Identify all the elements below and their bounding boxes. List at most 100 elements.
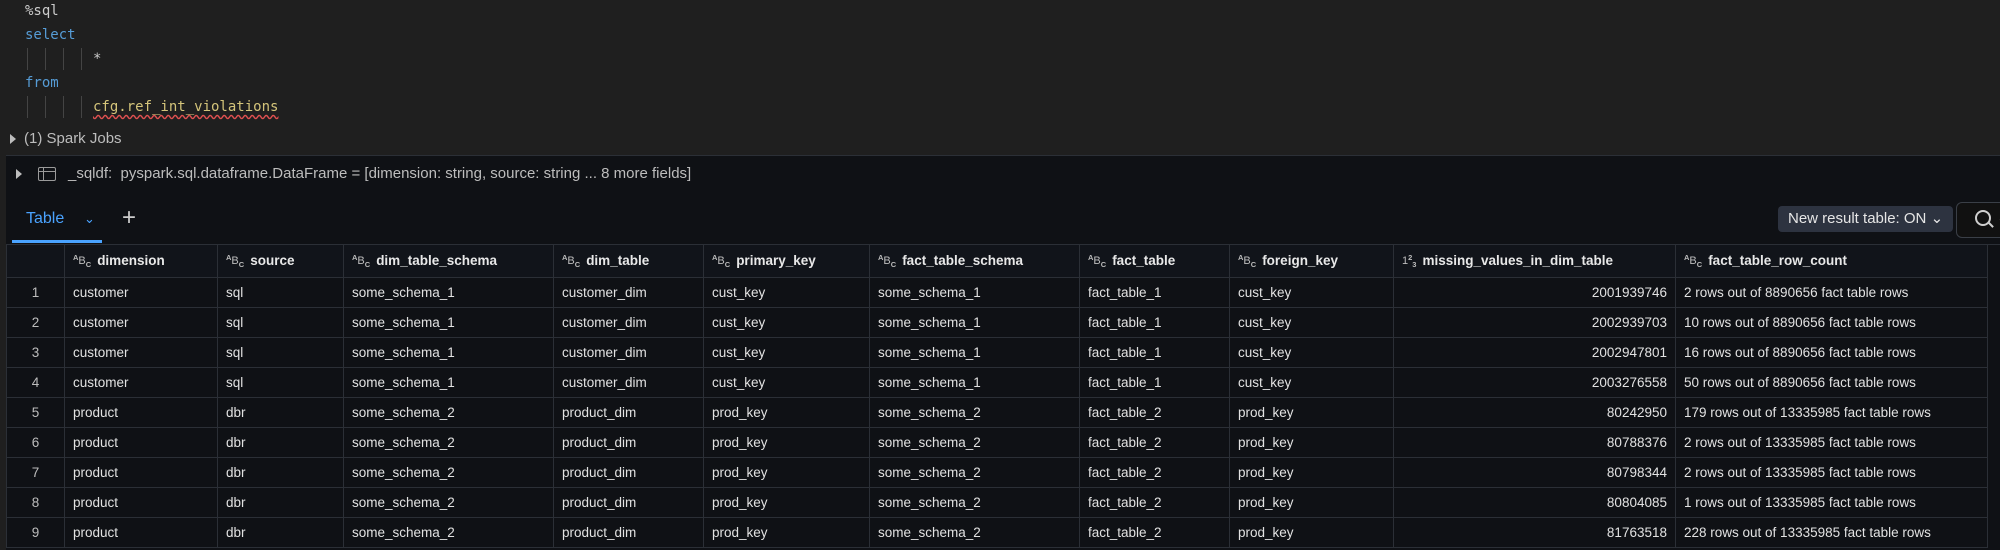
column-header-fact-table-row-count[interactable]: ABC fact_table_row_count (1675, 244, 1988, 278)
string-type-icon: ABC (226, 253, 245, 270)
code-line-table-ref: cfg.ref_int_violations (93, 96, 278, 118)
column-header-dimension[interactable]: ABC dimension (64, 244, 218, 278)
table-cell: 2 rows out of 13335985 fact table rows (1675, 427, 1988, 458)
table-cell: cust_key (703, 307, 870, 338)
table-cell: 179 rows out of 13335985 fact table rows (1675, 397, 1988, 428)
code-line-select: select (25, 27, 76, 43)
column-header-fact-table[interactable]: ABC fact_table (1079, 244, 1230, 278)
indent-guide (81, 96, 82, 118)
table-cell: fact_table_2 (1079, 457, 1230, 488)
table-cell: 2 rows out of 8890656 fact table rows (1675, 277, 1988, 308)
table-cell: sql (217, 367, 344, 398)
table-row[interactable]: 1 customer sql some_schema_1 customer_dim cus… (6, 277, 1988, 308)
result-table: ABC dimension ABC source ABC dim_table_schema… (6, 244, 1988, 548)
table-cell: 1 rows out of 13335985 fact table rows (1675, 487, 1988, 518)
row-number-header (6, 244, 65, 278)
table-cell: some_schema_2 (869, 457, 1080, 488)
add-tab-button[interactable]: + (122, 194, 136, 244)
table-cell: some_schema_1 (343, 307, 554, 338)
table-cell: dbr (217, 427, 344, 458)
table-cell: some_schema_1 (869, 307, 1080, 338)
table-row[interactable]: 5 product dbr some_schema_2 product_dim prod_… (6, 397, 1988, 428)
chevron-right-icon (16, 169, 22, 180)
chevron-down-icon[interactable]: ⌄ (84, 194, 95, 244)
table-row[interactable]: 8 product dbr some_schema_2 product_dim prod_… (6, 487, 1988, 518)
indent-guide (27, 96, 28, 118)
tab-table[interactable]: Table (26, 194, 64, 244)
table-cell: product (64, 427, 218, 458)
column-header-label: source (250, 252, 295, 268)
table-cell: customer (64, 307, 218, 338)
chevron-down-icon: ⌄ (1930, 210, 1944, 227)
search-input[interactable]: S (1956, 202, 2000, 238)
table-cell: product (64, 397, 218, 428)
table-cell: prod_key (1229, 517, 1394, 548)
column-header-primary-key[interactable]: ABC primary_key (703, 244, 870, 278)
table-cell: product_dim (553, 397, 704, 428)
table-row[interactable]: 2 customer sql some_schema_1 customer_dim cus… (6, 307, 1988, 338)
code-line-from: from (25, 75, 59, 91)
table-cell: customer_dim (553, 277, 704, 308)
spark-jobs-toggle[interactable]: (1) Spark Jobs (10, 128, 122, 150)
column-header-source[interactable]: ABC source (217, 244, 344, 278)
table-cell: 228 rows out of 13335985 fact table rows (1675, 517, 1988, 548)
new-result-table-label: New result table: ON (1788, 210, 1927, 227)
indent-guide (45, 48, 46, 70)
table-cell: 2003276558 (1393, 367, 1676, 398)
table-cell: some_schema_2 (869, 487, 1080, 518)
new-result-table-toggle[interactable]: New result table: ON ⌄ (1778, 206, 1954, 232)
table-cell: cust_key (1229, 367, 1394, 398)
string-type-icon: ABC (562, 253, 581, 270)
table-cell: customer (64, 277, 218, 308)
column-header-missing-values-in-dim-table[interactable]: 123 missing_values_in_dim_table (1393, 244, 1676, 278)
column-header-dim-table-schema[interactable]: ABC dim_table_schema (343, 244, 554, 278)
table-row[interactable]: 7 product dbr some_schema_2 product_dim prod_… (6, 457, 1988, 488)
table-cell: fact_table_1 (1079, 367, 1230, 398)
table-cell: customer (64, 367, 218, 398)
indent-guide (63, 48, 64, 70)
column-header-label: missing_values_in_dim_table (1422, 252, 1614, 268)
active-tab-indicator (12, 240, 102, 243)
table-cell: 16 rows out of 8890656 fact table rows (1675, 337, 1988, 368)
table-cell: cust_key (1229, 307, 1394, 338)
table-cell: some_schema_2 (869, 517, 1080, 548)
string-type-icon: ABC (1088, 253, 1107, 270)
dataframe-type: pyspark.sql.dataframe.DataFrame = [dimen… (120, 165, 692, 182)
table-cell: 2001939746 (1393, 277, 1676, 308)
table-cell: product_dim (553, 517, 704, 548)
indent-guide (27, 48, 28, 70)
column-header-label: primary_key (736, 252, 816, 268)
table-cell: prod_key (1229, 487, 1394, 518)
table-cell: some_schema_1 (343, 337, 554, 368)
indent-guide (45, 96, 46, 118)
table-cell: prod_key (1229, 397, 1394, 428)
table-cell: dbr (217, 397, 344, 428)
column-header-dim-table[interactable]: ABC dim_table (553, 244, 704, 278)
result-tabbar: Table ⌄ + New result table: ON ⌄ S (6, 194, 2000, 245)
table-cell: prod_key (703, 427, 870, 458)
table-cell: 80798344 (1393, 457, 1676, 488)
table-cell: 2 rows out of 13335985 fact table rows (1675, 457, 1988, 488)
table-cell: product_dim (553, 457, 704, 488)
table-row[interactable]: 4 customer sql some_schema_1 customer_dim cus… (6, 367, 1988, 398)
code-editor[interactable]: %sql select * from cfg.ref_int_violation… (0, 0, 2000, 125)
table-row[interactable]: 3 customer sql some_schema_1 customer_dim cus… (6, 337, 1988, 368)
table-cell: customer_dim (553, 367, 704, 398)
column-header-foreign-key[interactable]: ABC foreign_key (1229, 244, 1394, 278)
table-row[interactable]: 9 product dbr some_schema_2 product_dim prod_… (6, 517, 1988, 548)
row-number: 5 (6, 397, 65, 428)
table-cell: some_schema_1 (869, 277, 1080, 308)
column-header-fact-table-schema[interactable]: ABC fact_table_schema (869, 244, 1080, 278)
table-cell: fact_table_2 (1079, 427, 1230, 458)
table-row[interactable]: 6 product dbr some_schema_2 product_dim prod_… (6, 427, 1988, 458)
dataframe-schema-toggle[interactable]: _sqldf: pyspark.sql.dataframe.DataFrame … (16, 162, 691, 186)
table-cell: some_schema_2 (343, 427, 554, 458)
table-cell: fact_table_1 (1079, 307, 1230, 338)
spark-jobs-label: (1) Spark Jobs (24, 130, 122, 147)
table-cell: 81763518 (1393, 517, 1676, 548)
table-cell: 2002947801 (1393, 337, 1676, 368)
table-cell: prod_key (703, 457, 870, 488)
column-header-label: dim_table (586, 252, 650, 268)
table-cell: cust_key (703, 367, 870, 398)
table-cell: 80804085 (1393, 487, 1676, 518)
